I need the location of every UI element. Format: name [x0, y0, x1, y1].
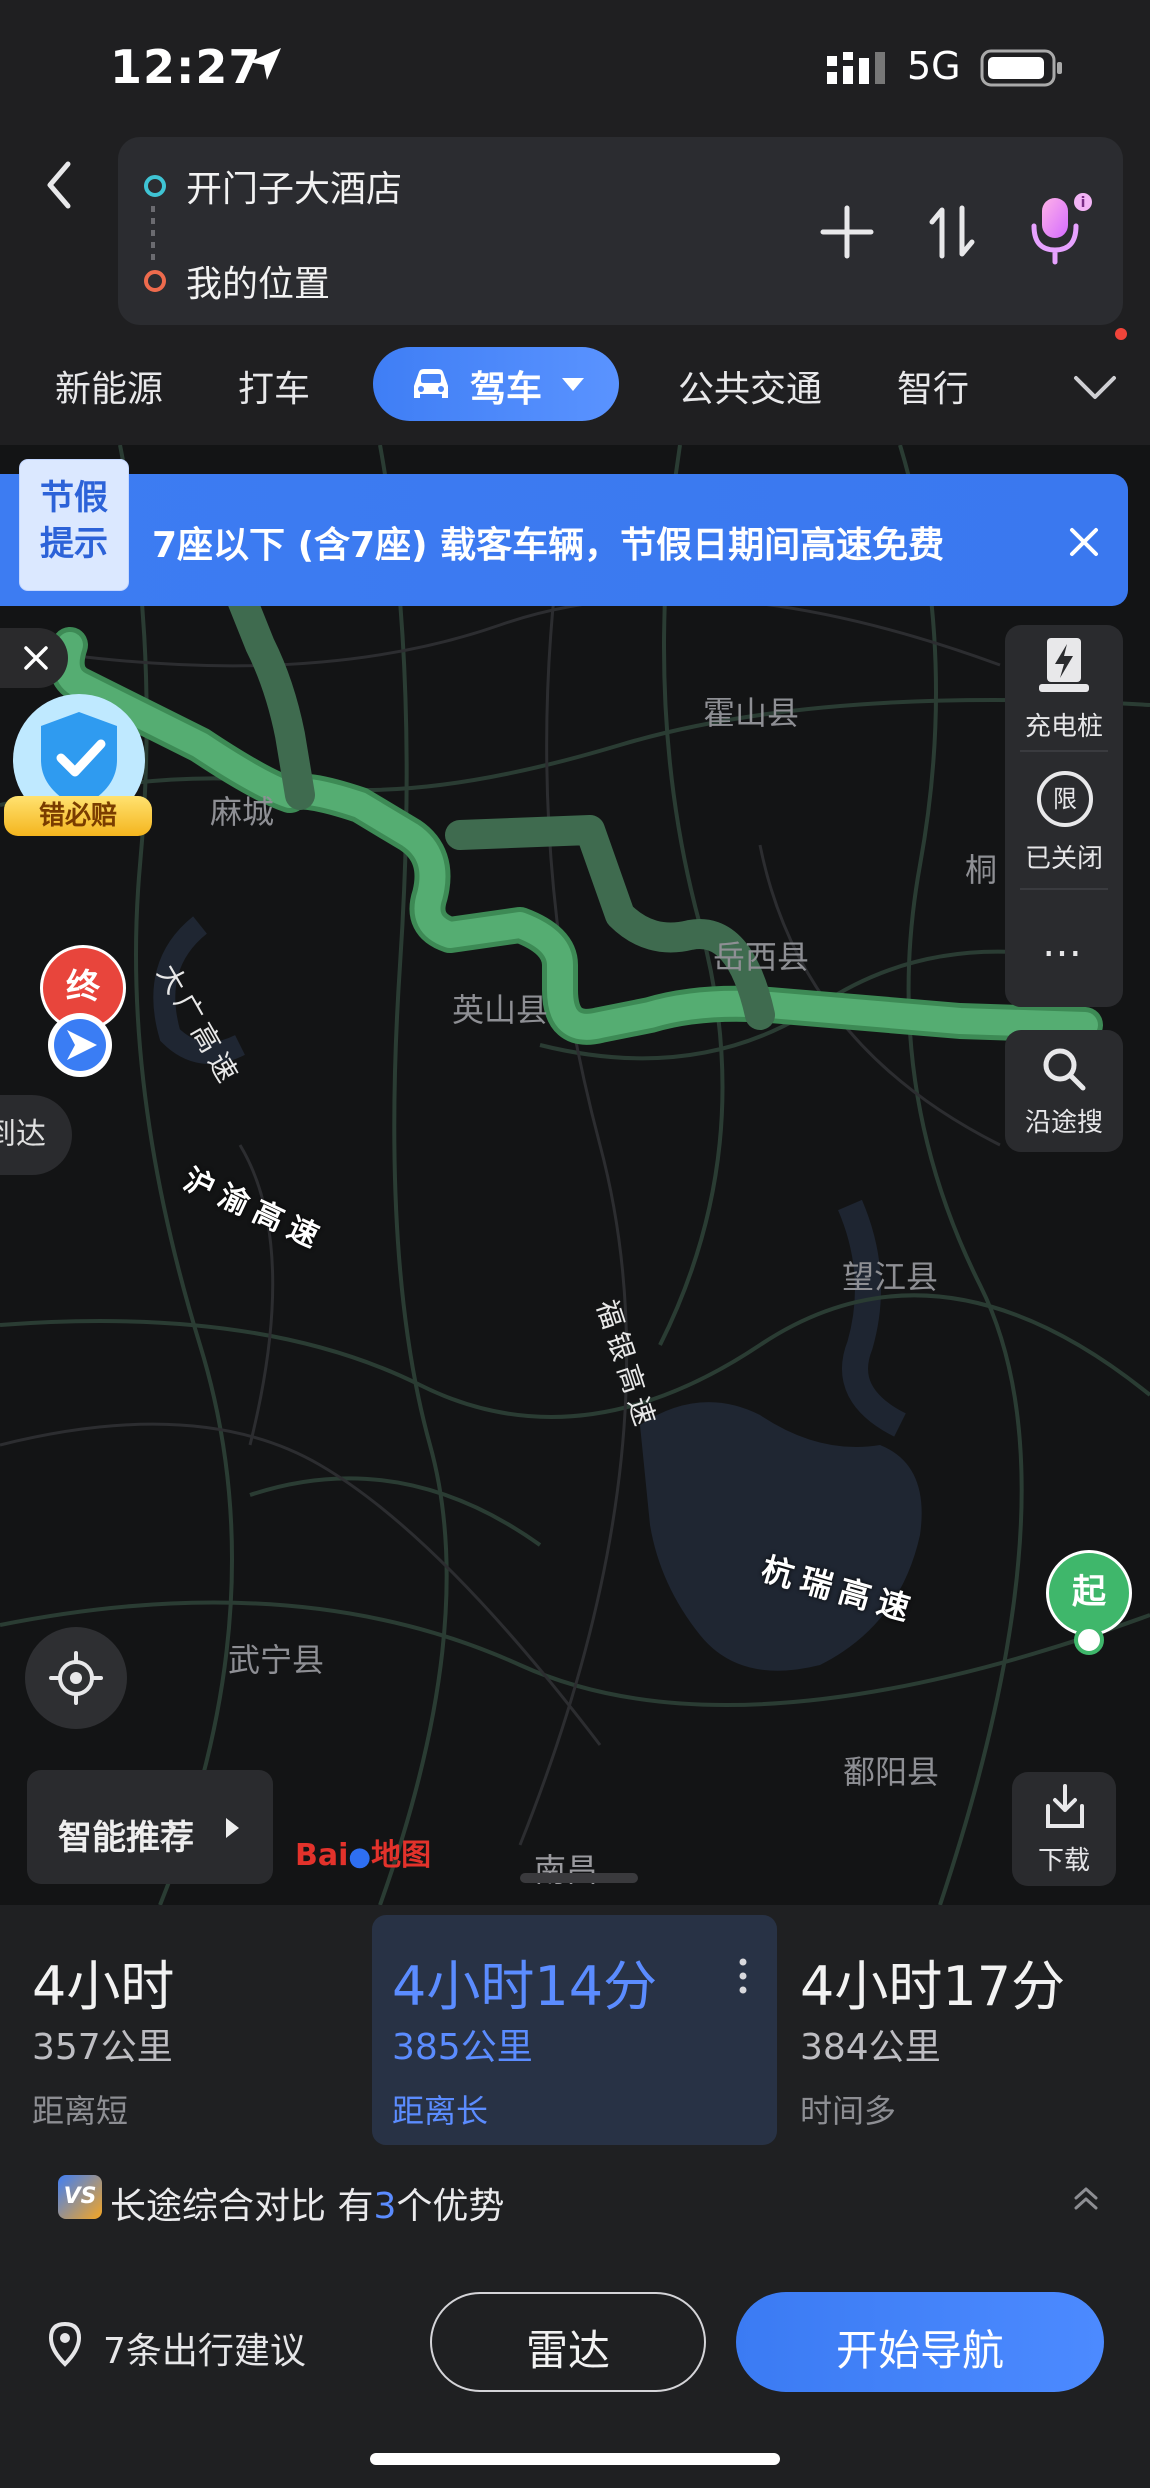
baidu-map-logo: Bai●地图 [295, 1838, 432, 1873]
map-place-label: 英山县 [452, 991, 549, 1029]
caret-right-icon [226, 1818, 239, 1838]
close-icon[interactable] [1062, 520, 1106, 564]
tab-public-transit[interactable]: 公共交通 [678, 360, 822, 412]
location-arrow-icon [249, 48, 281, 80]
signal-icon [827, 52, 885, 84]
start-navigation-label: 开始导航 [835, 2326, 1004, 2375]
add-waypoint-icon[interactable] [815, 200, 879, 264]
status-time: 12:27 [110, 40, 262, 94]
origin-dot-icon [144, 270, 166, 292]
charging-station-label[interactable]: 充电桩 [1005, 706, 1123, 743]
route-time: 4小时 [32, 1955, 175, 2018]
location-pin-icon [48, 2321, 82, 2367]
tab-new-energy[interactable]: 新能源 [55, 360, 163, 412]
route-tag: 距离长 [392, 2092, 489, 2130]
tab-taxi[interactable]: 打车 [238, 360, 310, 412]
origin-field[interactable]: 我的位置 [186, 255, 330, 307]
route-distance: 385公里 [392, 2027, 533, 2068]
badge-close-button[interactable] [0, 628, 68, 688]
route-tag: 距离短 [32, 2092, 129, 2130]
route-distance: 384公里 [800, 2027, 941, 2068]
more-icon[interactable]: … [1005, 920, 1123, 966]
chevron-up-icon[interactable] [1070, 2182, 1102, 2214]
restriction-icon[interactable]: 限 [1037, 771, 1093, 827]
search-icon [1043, 1048, 1086, 1091]
back-icon[interactable] [30, 150, 90, 220]
navigation-arrow-icon [48, 1013, 112, 1077]
download-label: 下载 [1037, 1846, 1090, 1876]
compare-prefix: 长途综合对比 有 [110, 2186, 374, 2227]
sheet-drag-handle[interactable] [520, 1873, 638, 1883]
close-icon [24, 646, 48, 670]
download-icon [1046, 1784, 1084, 1828]
tab-smart-travel[interactable]: 智行 [897, 360, 969, 412]
home-indicator[interactable] [370, 2453, 780, 2465]
map-place-label: 武宁县 [228, 1641, 325, 1679]
car-icon [414, 369, 448, 398]
smart-recommend-label: 智能推荐 [58, 1818, 194, 1858]
tab-drive-label: 驾车 [470, 369, 543, 410]
map-place-label: 鄱阳县 [843, 1753, 940, 1791]
route-distance: 357公里 [32, 2027, 173, 2068]
radar-button-label: 雷达 [525, 2326, 610, 2375]
map-place-label: 岳西县 [713, 938, 810, 976]
map-place-label: 霍山县 [703, 694, 800, 732]
more-vertical-icon[interactable] [738, 1956, 748, 1996]
banner-tag-label: 节假提示 [40, 478, 108, 564]
search-along-label: 沿途搜 [1024, 1108, 1103, 1138]
toolbar-divider [1020, 750, 1108, 752]
route-time: 4小时14分 [392, 1955, 658, 2018]
map-view[interactable]: 霍山县 麻城 岳西县 英山县 望江县 武宁县 鄱阳县 南昌 桐 沪渝高速 大广高… [0, 445, 1150, 1905]
compare-suffix: 个优势 [396, 2186, 505, 2227]
route-time: 4小时17分 [800, 1955, 1066, 2018]
destination-dot-icon [144, 175, 166, 197]
charging-station-icon[interactable] [1035, 636, 1093, 696]
destination-field[interactable]: 开门子大酒店 [186, 160, 402, 212]
route-dots-divider [151, 206, 155, 262]
restriction-label[interactable]: 已关闭 [1005, 838, 1123, 875]
battery-icon [980, 49, 1062, 87]
swap-route-icon[interactable] [920, 200, 984, 264]
compare-summary[interactable]: 长途综合对比 有3个优势 [110, 2177, 504, 2229]
banner-message: 7座以下 (含7座) 载客车辆，节假日期间高速免费 [152, 525, 945, 566]
map-place-label: 麻城 [210, 793, 275, 831]
map-place-label: 桐 [965, 851, 998, 889]
chevron-down-icon[interactable] [1070, 370, 1120, 406]
voice-assistant-icon[interactable]: i [1020, 190, 1100, 270]
start-point-dot [1074, 1625, 1104, 1655]
map-place-label: 南昌 [534, 1851, 599, 1889]
map-place-label: 望江县 [842, 1258, 939, 1296]
compare-count: 3 [373, 2186, 397, 2227]
travel-tips-link[interactable]: 7条出行建议 [103, 2322, 306, 2374]
guarantee-badge-label: 错必赔 [4, 796, 152, 836]
toolbar-divider [1020, 888, 1108, 890]
vs-icon: VS [58, 2175, 102, 2219]
locate-me-button[interactable] [25, 1627, 127, 1729]
route-tag: 时间多 [800, 2092, 897, 2130]
svg-text:i: i [1081, 195, 1086, 211]
map-background [0, 445, 1150, 1905]
notification-dot [1115, 328, 1127, 340]
caret-down-icon [562, 378, 584, 391]
start-marker[interactable]: 起 [1046, 1550, 1132, 1636]
crosshair-icon [49, 1651, 103, 1705]
network-type: 5G [907, 44, 961, 88]
